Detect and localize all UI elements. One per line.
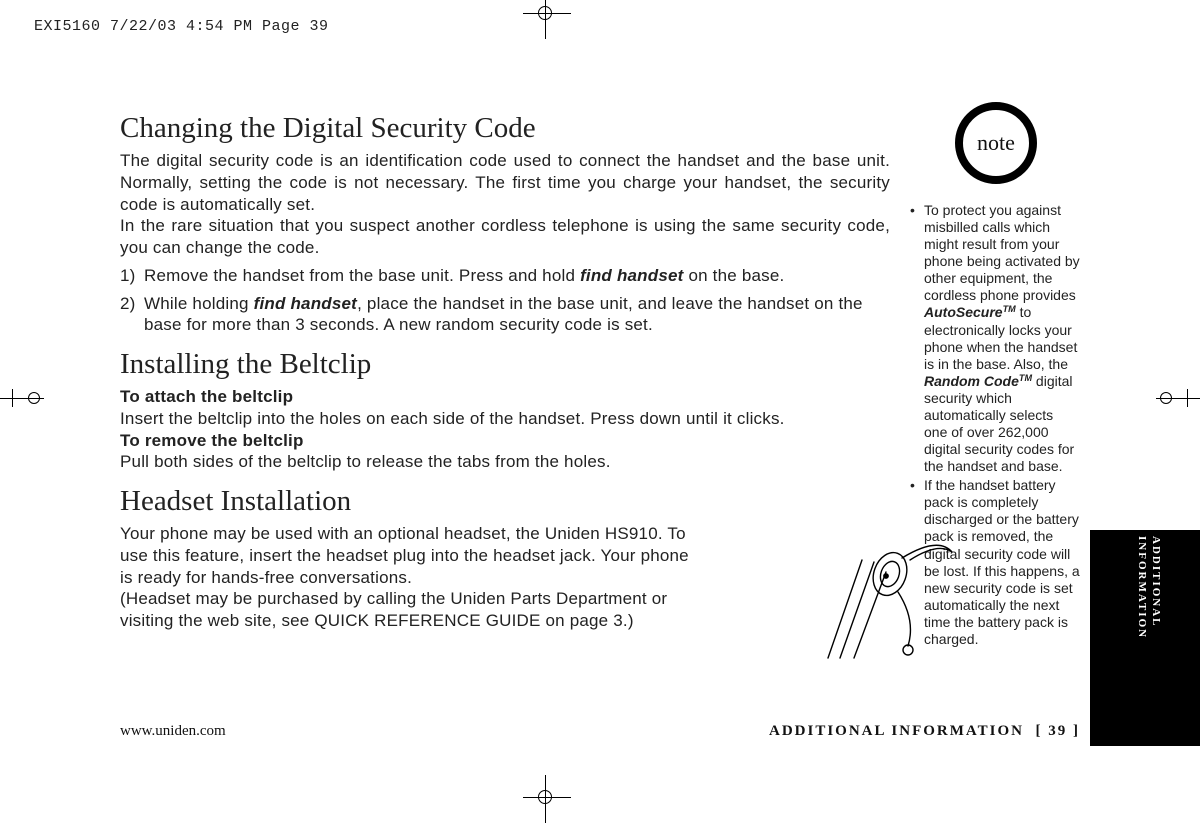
registration-mark-left [0, 398, 44, 399]
step2-pre: While holding [144, 294, 254, 313]
beltclip-attach-text: Insert the beltclip into the holes on ea… [120, 408, 890, 430]
security-step-1: 1) Remove the handset from the base unit… [120, 265, 890, 287]
beltclip-attach-heading: To attach the beltclip [120, 386, 890, 408]
heading-security: Changing the Digital Security Code [120, 112, 890, 145]
heading-beltclip: Installing the Beltclip [120, 348, 890, 381]
heading-headset: Headset Installation [120, 485, 890, 518]
footer-url: www.uniden.com [120, 723, 226, 740]
registration-mark-right [1156, 398, 1200, 399]
security-intro-a: The digital security code is an identifi… [120, 150, 890, 215]
edge-tab-label: ADDITIONAL INFORMATION [1135, 536, 1163, 736]
headset-illustration [820, 530, 960, 660]
step1-post: on the base. [684, 266, 785, 285]
step2-emph: find handset [254, 294, 357, 313]
registration-mark-top [538, 6, 552, 20]
page-body: Changing the Digital Security Code The d… [120, 112, 1080, 727]
headset-text: Your phone may be used with an optional … [120, 523, 705, 632]
printers-mark: EXI5160 7/22/03 4:54 PM Page 39 [34, 18, 329, 35]
page-footer: www.uniden.com ADDITIONAL INFORMATION [ … [120, 723, 1080, 740]
security-intro-b: In the rare situation that you suspect a… [120, 215, 890, 259]
footer-section: ADDITIONAL INFORMATION [ 39 ] [769, 723, 1080, 740]
beltclip-remove-text: Pull both sides of the beltclip to relea… [120, 451, 890, 473]
sidebar-note-1: • To protect you against misbilled calls… [910, 202, 1080, 475]
step1-pre: Remove the handset from the base unit. P… [144, 266, 580, 285]
beltclip-remove-heading: To remove the beltclip [120, 430, 890, 452]
registration-mark-bottom [538, 790, 552, 804]
note-icon: note [955, 102, 1037, 184]
step1-emph: find handset [580, 266, 683, 285]
security-step-2: 2) While holding find handset, place the… [120, 293, 890, 337]
section-edge-tab: ADDITIONAL INFORMATION [1090, 530, 1200, 746]
